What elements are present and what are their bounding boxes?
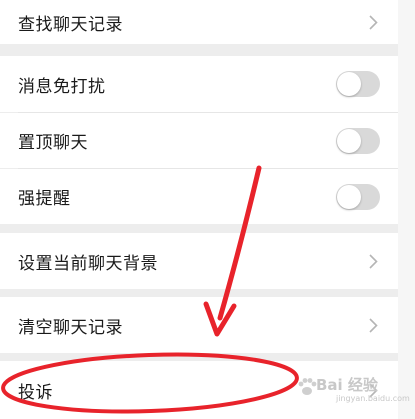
set-chat-background-label: 设置当前聊天背景 (18, 253, 158, 274)
mute-notifications-toggle[interactable] (336, 71, 380, 97)
strong-reminder-toggle[interactable] (336, 183, 380, 210)
sticky-chat-row: 置顶聊天 (0, 113, 398, 168)
complain-label: 投诉 (18, 382, 53, 403)
set-chat-background-row[interactable]: 设置当前聊天背景 (0, 233, 398, 289)
clear-chat-history-row[interactable]: 清空聊天记录 (0, 297, 398, 353)
toggle-knob (337, 184, 361, 209)
sticky-chat-label: 置顶聊天 (18, 133, 88, 153)
strong-reminder-row: 强提醒 (0, 169, 398, 224)
strong-reminder-label: 强提醒 (18, 189, 71, 209)
toggle-knob (337, 128, 361, 153)
chevron-right-icon (366, 251, 380, 271)
clear-chat-history-label: 清空聊天记录 (18, 317, 123, 338)
toggle-knob (337, 72, 361, 96)
chevron-right-icon (366, 12, 380, 32)
right-edge-strip (398, 0, 415, 419)
mute-notifications-label: 消息免打扰 (18, 76, 106, 97)
sticky-chat-toggle[interactable] (336, 127, 380, 154)
find-chat-history-label: 查找聊天记录 (18, 14, 123, 35)
chevron-right-icon (366, 380, 380, 400)
find-chat-history-row[interactable]: 查找聊天记录 (0, 0, 398, 44)
chevron-right-icon (366, 315, 380, 335)
complain-row[interactable]: 投诉 (0, 361, 398, 419)
mute-notifications-row: 消息免打扰 (0, 56, 398, 112)
